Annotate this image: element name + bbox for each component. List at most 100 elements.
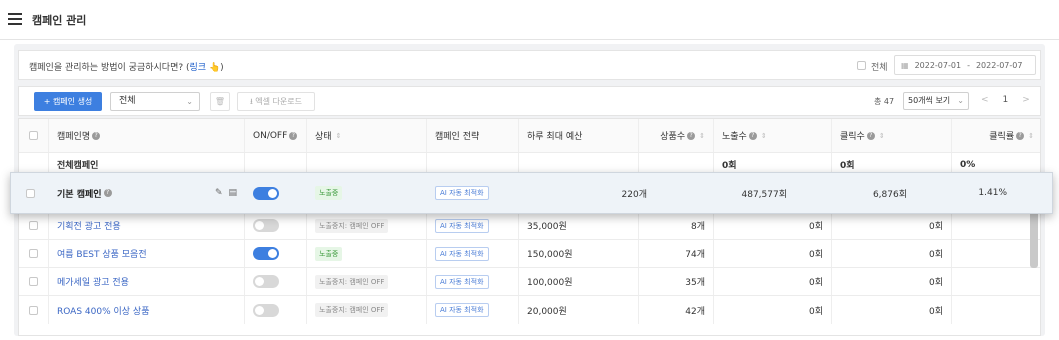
table-row[interactable]: 메가세일 광고 전용 노출중지: 캠페인 OFF AI 자동 최적화 100,0… (19, 268, 1040, 296)
page-size-value: 50개씩 보기 (908, 96, 951, 105)
column-header[interactable]: 상태 ⇕ (307, 119, 427, 152)
budget-value: 100,000원 (519, 268, 639, 295)
impressions-value: 0회 (714, 212, 832, 239)
table-row[interactable]: 여름 BEST 상품 모음전 노출중 AI 자동 최적화 150,000원 74… (19, 240, 1040, 268)
impressions-value: 487,577회 (741, 189, 788, 200)
column-header[interactable]: 상품수? ⇕ (639, 119, 714, 152)
info-icon: ? (748, 131, 757, 140)
ctr-value: 1.41% (978, 188, 1007, 198)
total-count: 총 47 (874, 97, 895, 106)
pagination: < 1 > (981, 95, 1030, 105)
notice-text: 캠페인을 관리하는 방법이 궁금하시다면? ( (29, 63, 190, 73)
products-value: 220개 (621, 189, 647, 200)
products-value: 42개 (639, 296, 714, 324)
next-page-button[interactable]: > (1022, 95, 1030, 105)
page-size-select[interactable]: 50개씩 보기 ⌄ (903, 92, 969, 110)
status-badge: 노출중지: 캠페인 OFF (315, 218, 389, 233)
campaign-name-link[interactable]: ROAS 400% 이상 상품 (49, 296, 245, 324)
strategy-badge: AI 자동 최적화 (435, 274, 489, 289)
table-header: 캠페인명? ON/OFF? 상태 ⇕ 캠페인 전략 하루 최대 예산 상품수? ⇕ … (19, 119, 1040, 153)
memo-icon[interactable]: ▤ (228, 188, 237, 198)
campaign-toggle[interactable] (253, 219, 279, 232)
clicks-value: 0회 (832, 240, 952, 267)
row-checkbox[interactable] (29, 249, 38, 258)
campaign-name-link[interactable]: 메가세일 광고 전용 (49, 268, 245, 295)
campaign-name[interactable]: 기본 캠페인 (57, 187, 102, 200)
table-row[interactable]: ROAS 400% 이상 상품 노출중지: 캠페인 OFF AI 자동 최적화 … (19, 296, 1040, 324)
current-page[interactable]: 1 (1003, 95, 1009, 105)
column-header[interactable]: 노출수? ⇕ (714, 119, 832, 152)
date-start: 2022-07-01 (914, 60, 962, 70)
delete-button[interactable]: 🗑 (210, 92, 230, 111)
budget-value: 35,000원 (519, 212, 639, 239)
column-header[interactable]: ON/OFF? (245, 119, 307, 152)
campaign-toggle[interactable] (253, 186, 279, 200)
table-scrollbar[interactable] (1030, 210, 1038, 268)
products-value: 74개 (639, 240, 714, 267)
info-icon: ? (866, 131, 875, 140)
highlighted-campaign-row[interactable]: 기본 캠페인? ✎ ▤ 노출중 AI 자동 최적화 220개 487,577회 … (10, 172, 1053, 214)
date-end: 2022-07-07 (975, 60, 1023, 70)
status-badge: 노출중지: 캠페인 OFF (315, 303, 389, 317)
create-campaign-button[interactable]: + 캠페인 생성 (34, 92, 102, 111)
calendar-icon: ▦ (901, 60, 909, 70)
budget-value: 150,000원 (519, 240, 639, 267)
info-icon: ? (103, 189, 112, 197)
clicks-value: 0회 (832, 296, 952, 324)
campaign-name-link[interactable]: 여름 BEST 상품 모음전 (49, 240, 245, 267)
sort-icon: ⇕ (699, 131, 705, 140)
campaign-table: 캠페인명? ON/OFF? 상태 ⇕ 캠페인 전략 하루 최대 예산 상품수? ⇕ … (18, 118, 1041, 336)
sort-icon: ⇕ (878, 131, 885, 140)
guide-link[interactable]: 링크 (190, 63, 207, 73)
impressions-value: 0회 (714, 296, 832, 324)
row-checkbox[interactable] (29, 221, 38, 230)
sort-icon: ⇕ (1028, 131, 1034, 140)
strategy-badge: AI 자동 최적화 (435, 186, 489, 200)
sort-icon: ⇕ (335, 131, 342, 140)
table-row[interactable]: 기획전 광고 전용 노출중지: 캠페인 OFF AI 자동 최적화 35,000… (19, 212, 1040, 240)
info-icon: ? (1016, 131, 1025, 140)
column-header[interactable]: 캠페인명? (49, 119, 245, 152)
impressions-value: 0회 (714, 240, 832, 267)
chevron-down-icon: ⌄ (186, 97, 193, 106)
all-period-checkbox[interactable] (857, 61, 866, 70)
status-badge: 노출중 (315, 246, 343, 261)
chevron-down-icon: ⌄ (957, 96, 964, 105)
row-checkbox[interactable] (29, 305, 38, 315)
row-checkbox[interactable] (25, 188, 35, 198)
edit-icon[interactable]: ✎ (215, 188, 223, 198)
strategy-badge: AI 자동 최적화 (435, 218, 489, 233)
status-filter-value: 전체 (119, 96, 136, 106)
campaign-name-link[interactable]: 기획전 광고 전용 (49, 212, 245, 239)
excel-download-button[interactable]: ⭳ 엑셀 다운로드 (237, 92, 315, 111)
strategy-badge: AI 자동 최적화 (435, 303, 489, 317)
campaign-toggle[interactable] (253, 247, 279, 260)
menu-icon[interactable] (8, 13, 22, 25)
status-filter-select[interactable]: 전체 ⌄ (110, 92, 200, 111)
clicks-value: 0회 (832, 212, 952, 239)
select-all-checkbox[interactable] (29, 131, 38, 140)
toolbar: + 캠페인 생성 전체 ⌄ 🗑 ⭳ 엑셀 다운로드 총 47 50개씩 보기 ⌄… (18, 86, 1041, 116)
campaign-toggle[interactable] (253, 275, 279, 288)
info-icon: ? (687, 131, 696, 140)
pointing-hand-icon: 👆 (208, 63, 221, 73)
status-badge: 노출중 (315, 186, 343, 200)
info-icon: ? (92, 131, 101, 140)
date-range-picker[interactable]: ▦ 2022-07-01 - 2022-07-07 (894, 55, 1036, 75)
products-value: 8개 (639, 212, 714, 239)
products-value: 35개 (639, 268, 714, 295)
all-period-label: 전체 (871, 63, 888, 73)
info-icon: ? (289, 131, 298, 140)
column-header[interactable]: 클릭수? ⇕ (832, 119, 952, 152)
clicks-value: 6,876회 (872, 189, 907, 200)
prev-page-button[interactable]: < (981, 95, 989, 105)
clicks-value: 0회 (832, 268, 952, 295)
column-header[interactable]: 클릭률? ⇕ (952, 119, 1040, 152)
campaign-toggle[interactable] (253, 303, 279, 317)
budget-value: 20,000원 (519, 296, 639, 324)
top-bar: 캠페인 관리 (0, 0, 1059, 40)
notice-close-paren: ) (220, 63, 224, 73)
notice-bar: 캠페인을 관리하는 방법이 궁금하시다면? (링크 👆) 전체 ▦ 2022-0… (18, 50, 1041, 80)
row-checkbox[interactable] (29, 277, 38, 286)
sort-icon: ⇕ (760, 131, 767, 140)
